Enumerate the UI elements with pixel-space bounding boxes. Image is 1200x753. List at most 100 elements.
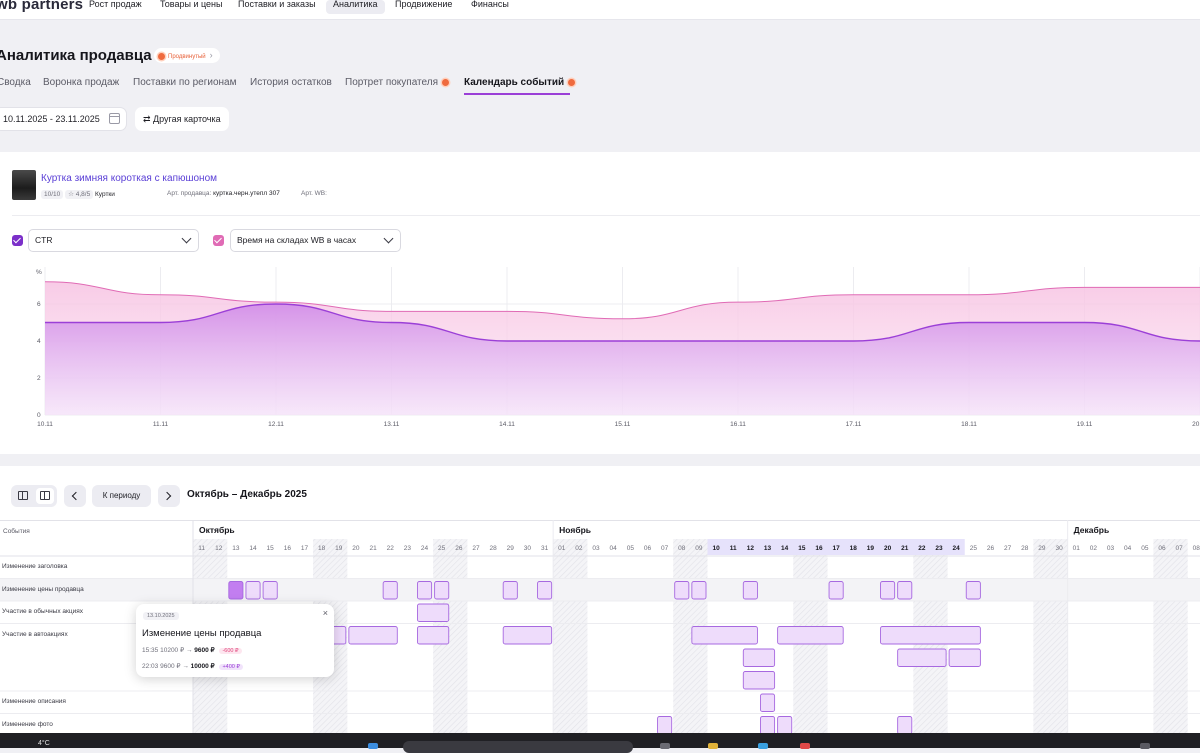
old-price: 10200 ₽ [160,647,184,654]
event-block[interactable] [658,717,672,735]
split-view-button[interactable] [14,488,32,504]
event-block[interactable] [760,717,774,735]
active-tab-underline [464,93,570,95]
event-block[interactable] [349,627,397,645]
tab-label: Поставки по регионам [133,77,236,88]
event-block[interactable] [417,627,448,645]
event-block[interactable] [417,604,448,622]
arrow-right-icon: → [186,647,193,654]
product-thumbnail[interactable] [12,170,36,200]
event-block[interactable] [692,627,758,645]
x-tick-label: 18.11 [961,421,977,428]
period-title: Октябрь – Декабрь 2025 [187,489,307,500]
to-period-button[interactable]: К периоду [92,485,151,507]
event-block[interactable] [898,649,946,667]
event-block[interactable] [692,582,706,600]
weekend-shading [553,539,587,734]
event-block[interactable] [949,649,980,667]
event-block[interactable] [503,582,517,600]
prev-period-button[interactable] [64,485,86,507]
date-range-picker[interactable]: 10.11.2025 - 23.11.2025 [0,107,127,131]
other-card-label: Другая карточка [153,114,221,124]
nav-item-promotion[interactable]: Продвижение [388,0,459,14]
day-label: 05 [627,545,635,552]
price-delta: -600 ₽ [219,648,241,654]
taskbar-app-icon[interactable] [800,743,810,749]
event-block[interactable] [966,582,980,600]
day-label: 27 [1004,545,1012,552]
tab-stock-history[interactable]: История остатков [250,77,332,88]
metric2-checkbox[interactable] [213,235,224,246]
event-row-label: Изменение фото [2,721,53,728]
plan-badge[interactable]: Продвинутый› [154,48,220,63]
event-block[interactable] [417,582,431,600]
taskbar-app-icon[interactable] [660,743,670,749]
nav-item-supplies[interactable]: Поставки и заказы [231,0,323,14]
day-label: 18 [318,545,326,552]
split-view-icon [18,491,28,500]
nav-item-finance[interactable]: Финансы [464,0,516,14]
event-block[interactable] [246,582,260,600]
product-meta: 10/10 ☆ 4,8/5 Куртки [41,190,115,198]
next-period-button[interactable] [158,485,180,507]
day-label: 27 [472,545,480,552]
product-name-link[interactable]: Куртка зимняя короткая с капюшоном [41,173,217,184]
columns-view-button[interactable] [36,488,54,504]
event-block[interactable] [675,582,689,600]
day-label: 26 [455,545,463,552]
new-price: 9600 ₽ [194,647,214,654]
metric1-select[interactable]: CTR [28,229,199,252]
day-label: 02 [575,545,583,552]
folder-icon[interactable] [708,743,718,749]
nav-item-growth[interactable]: Рост продаж [82,0,149,14]
taskbar-search[interactable] [403,741,633,753]
wb-article-label: Арт. WB: [301,190,327,197]
arrow-right-icon: → [182,663,189,670]
x-tick-label: 12.11 [268,421,284,428]
taskbar-app-icon[interactable] [1140,743,1150,749]
chevron-right-icon [163,492,171,500]
day-label: 11 [730,545,737,552]
event-row-label: Участие в обычных акциях [2,608,83,615]
tab-summary[interactable]: Сводка [0,77,31,88]
logo[interactable]: wb partners [0,0,83,13]
browser-icon[interactable] [758,743,768,749]
event-block[interactable] [898,582,912,600]
hovered-row-band [0,579,1200,602]
event-block[interactable] [743,672,774,690]
day-label: 11 [198,545,205,552]
metrics-area-chart: 0246%10.1111.1112.1113.1114.1115.1116.11… [0,262,1200,434]
close-icon[interactable]: × [323,608,328,618]
event-block[interactable] [778,717,792,735]
day-label: 24 [421,545,429,552]
tab-sales-funnel[interactable]: Воронка продаж [43,77,119,88]
event-block[interactable] [435,582,449,600]
metric2-select[interactable]: Время на складах WB в часах [230,229,401,252]
selected-event-block[interactable] [229,582,243,600]
event-block[interactable] [760,694,774,712]
event-block[interactable] [881,627,981,645]
event-block[interactable] [383,582,397,600]
x-tick-label: 20.11 [1192,421,1200,428]
weather-temp: 4°C [38,740,50,747]
event-block[interactable] [898,717,912,735]
status-dot-icon [158,53,165,60]
tab-buyer-portrait[interactable]: Портрет покупателя [345,77,449,88]
tab-events-calendar[interactable]: Календарь событий [464,77,575,88]
event-block[interactable] [743,649,774,667]
metric1-checkbox[interactable] [12,235,23,246]
tab-regional-supplies[interactable]: Поставки по регионам [133,77,236,88]
nav-item-products[interactable]: Товары и цены [153,0,230,14]
day-label: 30 [524,545,532,552]
other-card-button[interactable]: ⇄ Другая карточка [135,107,229,131]
x-tick-label: 19.11 [1077,421,1093,428]
windows-icon[interactable] [368,743,378,749]
event-block[interactable] [881,582,895,600]
event-block[interactable] [503,627,551,645]
event-block[interactable] [829,582,843,600]
event-block[interactable] [263,582,277,600]
event-block[interactable] [538,582,552,600]
event-block[interactable] [778,627,844,645]
event-block[interactable] [743,582,757,600]
nav-item-analytics[interactable]: Аналитика [326,0,385,14]
